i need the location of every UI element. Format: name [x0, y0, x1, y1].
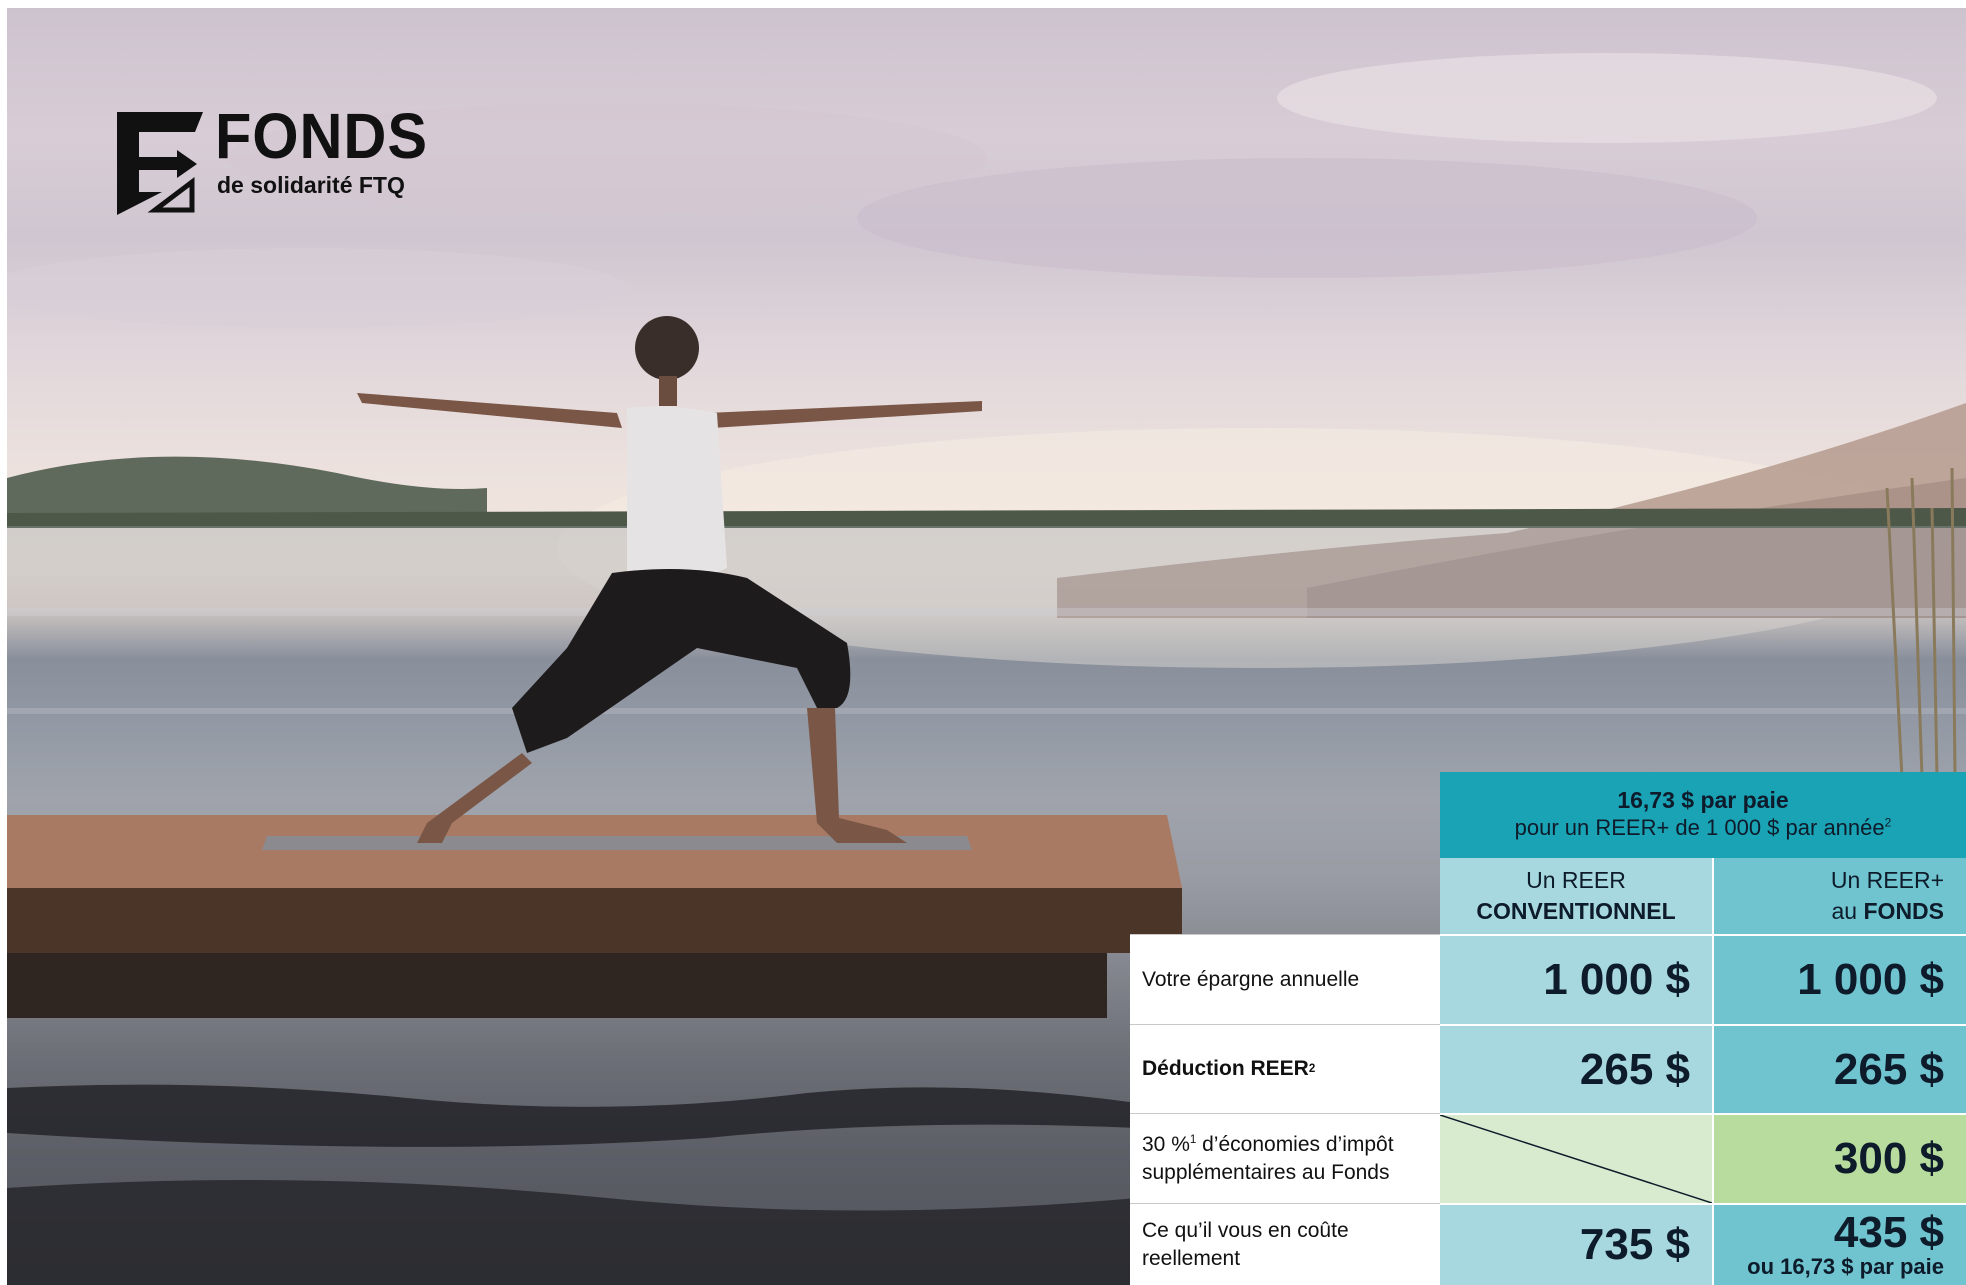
row-deduction-fonds: 265 $	[1714, 1024, 1966, 1113]
row-label-deduction: Déduction REER 2	[1130, 1024, 1440, 1113]
row-economies-conventional-na	[1440, 1113, 1714, 1203]
row-label-economies: 30 %1 d’économies d’impôt supplémentaire…	[1130, 1113, 1440, 1203]
header-line1: 16,73 $ par paie	[1617, 787, 1789, 813]
fonds-ftq-logo: FONDS de solidarité FTQ	[117, 104, 427, 215]
logo-title: FONDS	[215, 100, 428, 172]
row-deduction-conventional: 265 $	[1440, 1024, 1714, 1113]
column-header-conventional: Un REER CONVENTIONNEL	[1440, 858, 1714, 934]
cout-fonds-value: 435 $	[1833, 1208, 1944, 1257]
row-label-cout-reel: Ce qu’il vous en coûte reellement	[1130, 1203, 1440, 1285]
header-line2: pour un REER+ de 1 000 $ par année2	[1514, 815, 1892, 840]
row-economies-fonds: 300 $	[1714, 1113, 1966, 1203]
row-epargne-conventional: 1 000 $	[1440, 934, 1714, 1024]
fonds-arrow-icon	[117, 112, 203, 215]
cout-fonds-note: ou 16,73 $ par paie	[1747, 1254, 1944, 1279]
table-header: 16,73 $ par paie pour un REER+ de 1 000 …	[1440, 772, 1966, 858]
logo-subtitle: de solidarité FTQ	[217, 172, 405, 198]
column-header-fonds: Un REER+ au FONDS	[1714, 858, 1966, 934]
row-epargne-fonds: 1 000 $	[1714, 934, 1966, 1024]
row-label-epargne: Votre épargne annuelle	[1130, 934, 1440, 1024]
row-cout-conventional: 735 $	[1440, 1203, 1714, 1285]
row-cout-fonds: 435 $ ou 16,73 $ par paie	[1714, 1203, 1966, 1285]
not-applicable-diagonal	[1440, 1115, 1712, 1203]
